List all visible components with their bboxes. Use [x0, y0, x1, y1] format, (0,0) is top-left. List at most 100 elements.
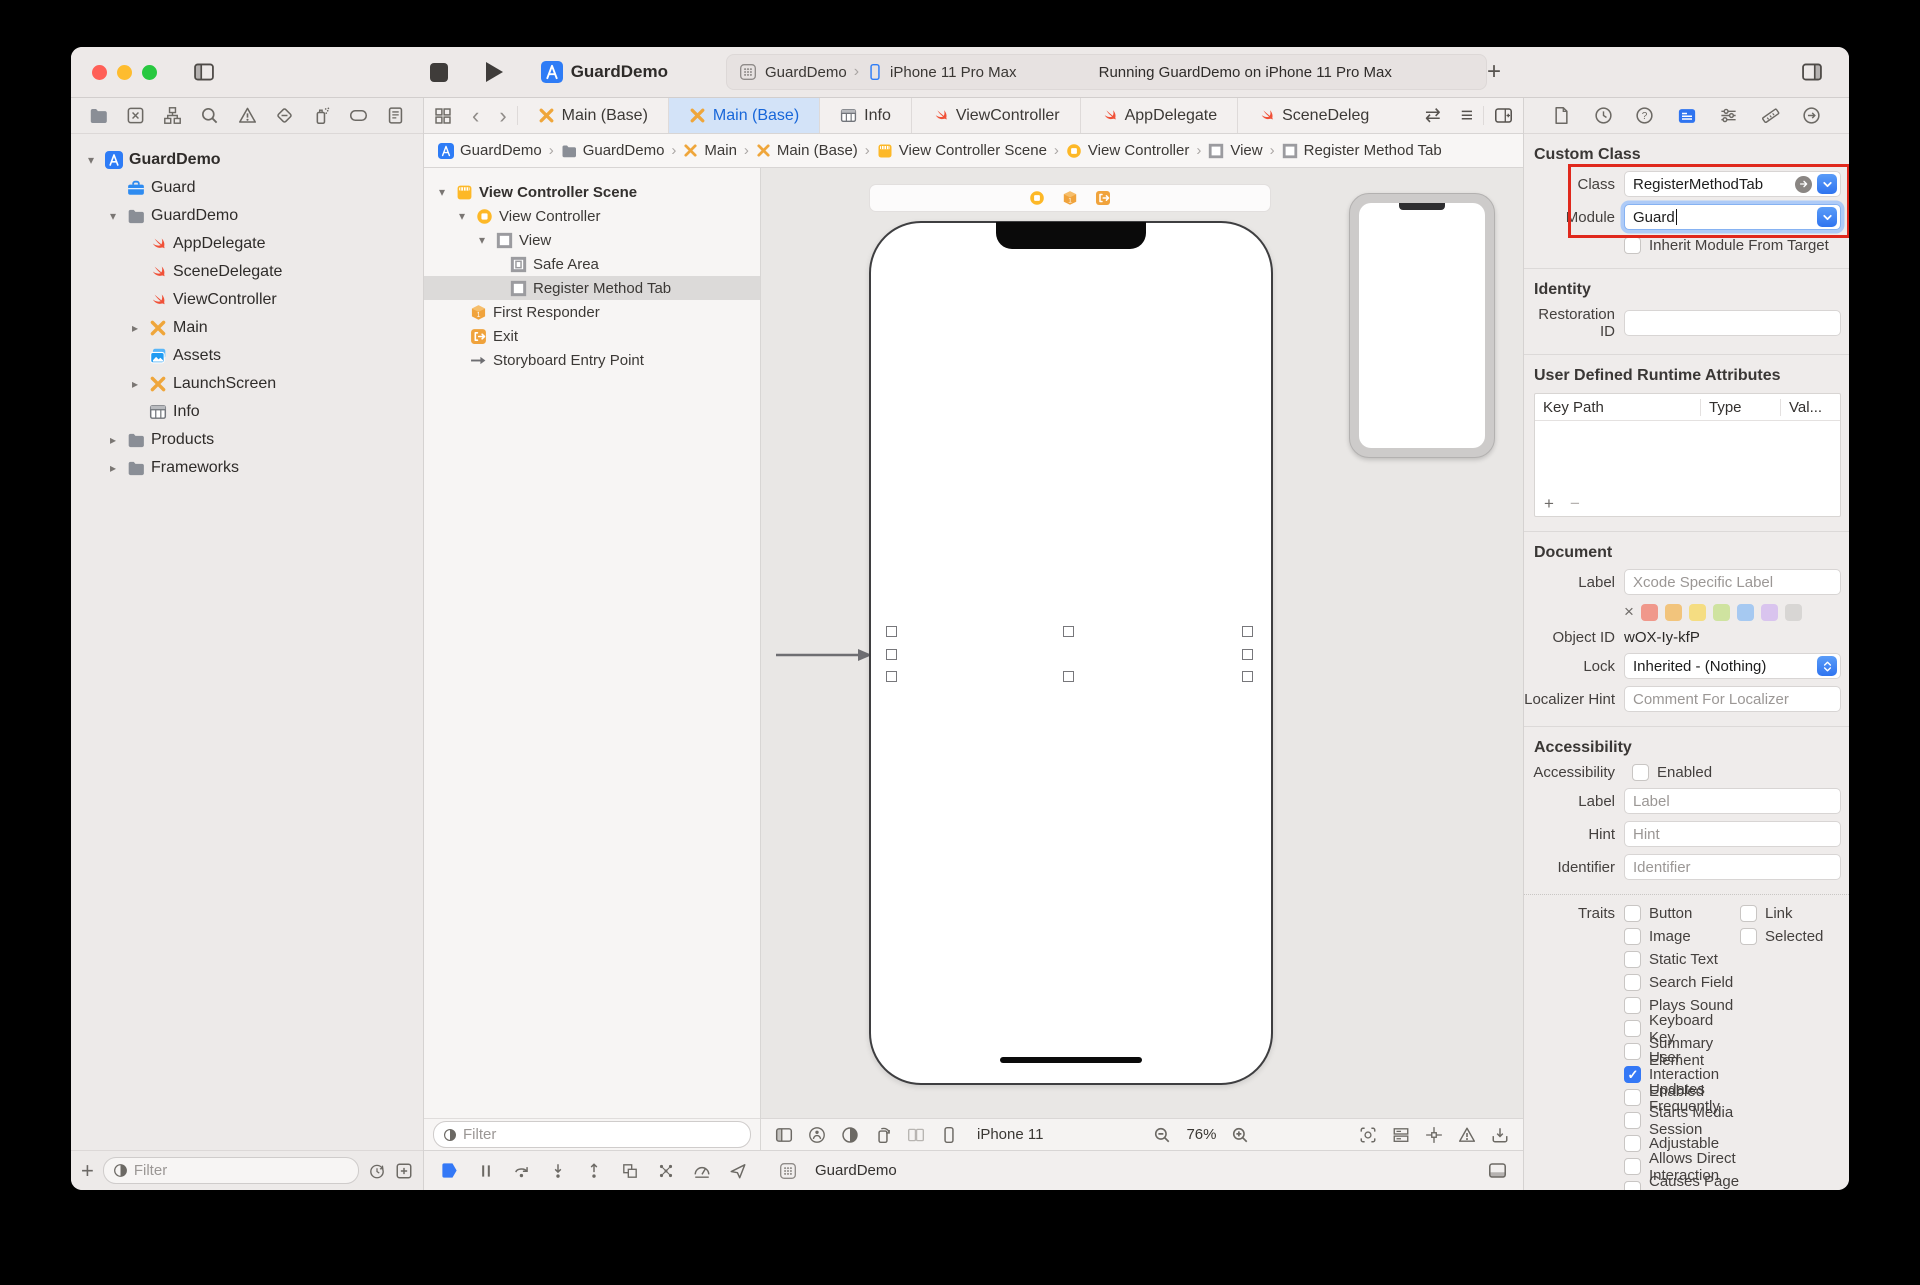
breadcrumb-scene[interactable]: View Controller Scene: [877, 142, 1047, 159]
stop-button[interactable]: [429, 62, 448, 82]
test-navigator-icon[interactable]: [275, 106, 294, 125]
trait-checkbox-button[interactable]: [1624, 905, 1641, 922]
nav-item-scenedelegate[interactable]: SceneDelegate: [71, 258, 423, 286]
runtime-attributes-empty-body[interactable]: [1535, 421, 1840, 492]
module-dropdown-icon[interactable]: [1817, 207, 1837, 227]
attributes-inspector-icon[interactable]: [1719, 106, 1738, 125]
scheme-target[interactable]: GuardDemo: [765, 64, 847, 81]
zoom-out-icon[interactable]: [1153, 1126, 1171, 1144]
color-swatch-red[interactable]: [1640, 603, 1658, 621]
iphone-storyboard-frame[interactable]: [869, 221, 1273, 1085]
module-field[interactable]: Guard: [1624, 204, 1841, 230]
nav-item-guard[interactable]: Guard: [71, 174, 423, 202]
localizer-hint-field[interactable]: Comment For Localizer: [1624, 686, 1841, 712]
color-swatch-green[interactable]: [1712, 603, 1730, 621]
nav-item-appdelegate[interactable]: AppDelegate: [71, 230, 423, 258]
trait-checkbox-search-field[interactable]: [1624, 974, 1641, 991]
first-responder-icon[interactable]: [1062, 190, 1078, 206]
nav-item-main-storyboard[interactable]: ▸ Main: [71, 314, 423, 342]
adjust-editor-options-icon[interactable]: ≡: [1451, 98, 1483, 133]
color-swatch-orange[interactable]: [1664, 603, 1682, 621]
canvas-surface[interactable]: [761, 168, 1523, 1118]
source-control-filter-icon[interactable]: [395, 1162, 413, 1180]
tab-overview-icon[interactable]: [434, 107, 452, 125]
outline-entry-point[interactable]: Storyboard Entry Point: [424, 348, 760, 372]
update-frames-icon[interactable]: [1359, 1126, 1377, 1144]
debug-process-name[interactable]: GuardDemo: [815, 1162, 897, 1179]
toggle-inspector-icon[interactable]: [1801, 61, 1823, 83]
remove-attribute-button[interactable]: −: [1570, 494, 1580, 514]
outline-exit[interactable]: Exit: [424, 324, 760, 348]
file-inspector-icon[interactable]: [1552, 106, 1571, 125]
add-attribute-button[interactable]: +: [1544, 494, 1554, 514]
outline-safe-area[interactable]: Safe Area: [424, 252, 760, 276]
resolve-autolayout-icon[interactable]: [1458, 1126, 1476, 1144]
symbol-navigator-icon[interactable]: [163, 106, 182, 125]
nav-item-frameworks[interactable]: ▸ Frameworks: [71, 454, 423, 482]
nav-item-viewcontroller[interactable]: ViewController: [71, 286, 423, 314]
tab-scenedelegate[interactable]: SceneDeleg: [1238, 98, 1415, 133]
size-inspector-icon[interactable]: [1761, 106, 1780, 125]
add-editor-icon[interactable]: [1494, 106, 1513, 125]
color-swatch-purple[interactable]: [1760, 603, 1778, 621]
step-into-icon[interactable]: [549, 1162, 567, 1180]
history-inspector-icon[interactable]: [1594, 106, 1613, 125]
appearance-icon[interactable]: [841, 1126, 859, 1144]
trait-checkbox-starts-media-session[interactable]: [1624, 1112, 1641, 1129]
color-swatch-blue[interactable]: [1736, 603, 1754, 621]
accessibility-preview-icon[interactable]: [808, 1126, 826, 1144]
adjust-editor-icon[interactable]: [1491, 1126, 1509, 1144]
project-navigator-icon[interactable]: [89, 106, 108, 125]
toggle-console-icon[interactable]: [1488, 1161, 1507, 1180]
trait-checkbox-static-text[interactable]: [1624, 951, 1641, 968]
device-icon[interactable]: [940, 1126, 958, 1144]
class-dropdown-icon[interactable]: [1817, 174, 1837, 194]
outline-scene[interactable]: ▾ View Controller Scene: [424, 180, 760, 204]
zoom-window-button[interactable]: [142, 64, 157, 80]
run-destination[interactable]: iPhone 11 Pro Max: [890, 64, 1016, 81]
report-navigator-icon[interactable]: [386, 106, 405, 125]
outline-view[interactable]: ▾ View: [424, 228, 760, 252]
issue-navigator-icon[interactable]: [238, 106, 257, 125]
color-swatch-yellow[interactable]: [1688, 603, 1706, 621]
memory-graph-icon[interactable]: [657, 1162, 675, 1180]
tab-appdelegate[interactable]: AppDelegate: [1081, 98, 1239, 133]
nav-item-launchscreen[interactable]: ▸ LaunchScreen: [71, 370, 423, 398]
resize-handle-mid-right[interactable]: [1242, 649, 1253, 660]
forward-button[interactable]: ›: [489, 98, 516, 133]
tab-info[interactable]: Info: [820, 98, 912, 133]
step-over-icon[interactable]: [513, 1162, 531, 1180]
outline-filter-field[interactable]: Filter: [433, 1121, 751, 1148]
trait-checkbox-image[interactable]: [1624, 928, 1641, 945]
step-out-icon[interactable]: [585, 1162, 603, 1180]
tab-main-base-1[interactable]: Main (Base): [518, 98, 669, 133]
resize-handle-bottom-left[interactable]: [886, 671, 897, 682]
add-constraints-icon[interactable]: [1425, 1126, 1443, 1144]
nav-item-info-plist[interactable]: Info: [71, 398, 423, 426]
trait-checkbox-user-interaction-enabled[interactable]: [1624, 1066, 1641, 1083]
layout-guides-icon[interactable]: [907, 1126, 925, 1144]
back-button[interactable]: ‹: [462, 98, 489, 133]
breadcrumb-main[interactable]: Main: [683, 142, 737, 159]
resize-handle-top-left[interactable]: [886, 626, 897, 637]
resize-handle-top-center[interactable]: [1063, 626, 1074, 637]
navigator-filter-field[interactable]: Filter: [102, 1157, 359, 1184]
view-hierarchy-debugger-icon[interactable]: [621, 1162, 639, 1180]
source-control-icon[interactable]: [126, 106, 145, 125]
breadcrumb-group[interactable]: GuardDemo: [561, 142, 664, 159]
identity-inspector-icon-selected[interactable]: [1677, 106, 1697, 126]
accessibility-identifier-field[interactable]: Identifier: [1624, 854, 1841, 880]
outline-view-controller[interactable]: ▾ View Controller: [424, 204, 760, 228]
lock-dropdown[interactable]: Inherited - (Nothing): [1624, 653, 1841, 679]
nav-item-products[interactable]: ▸ Products: [71, 426, 423, 454]
trait-checkbox-selected[interactable]: [1740, 928, 1757, 945]
toggle-outline-icon[interactable]: [775, 1126, 793, 1144]
add-file-button[interactable]: +: [81, 1159, 94, 1182]
resize-handle-bottom-right[interactable]: [1242, 671, 1253, 682]
nav-item-guarddemo-folder[interactable]: ▾ GuardDemo: [71, 202, 423, 230]
connections-inspector-icon[interactable]: [1802, 106, 1821, 125]
trait-checkbox-causes-page-turn[interactable]: [1624, 1181, 1641, 1190]
resize-handle-top-right[interactable]: [1242, 626, 1253, 637]
new-tab-button[interactable]: +: [1487, 60, 1501, 84]
minimize-window-button[interactable]: [117, 64, 132, 80]
